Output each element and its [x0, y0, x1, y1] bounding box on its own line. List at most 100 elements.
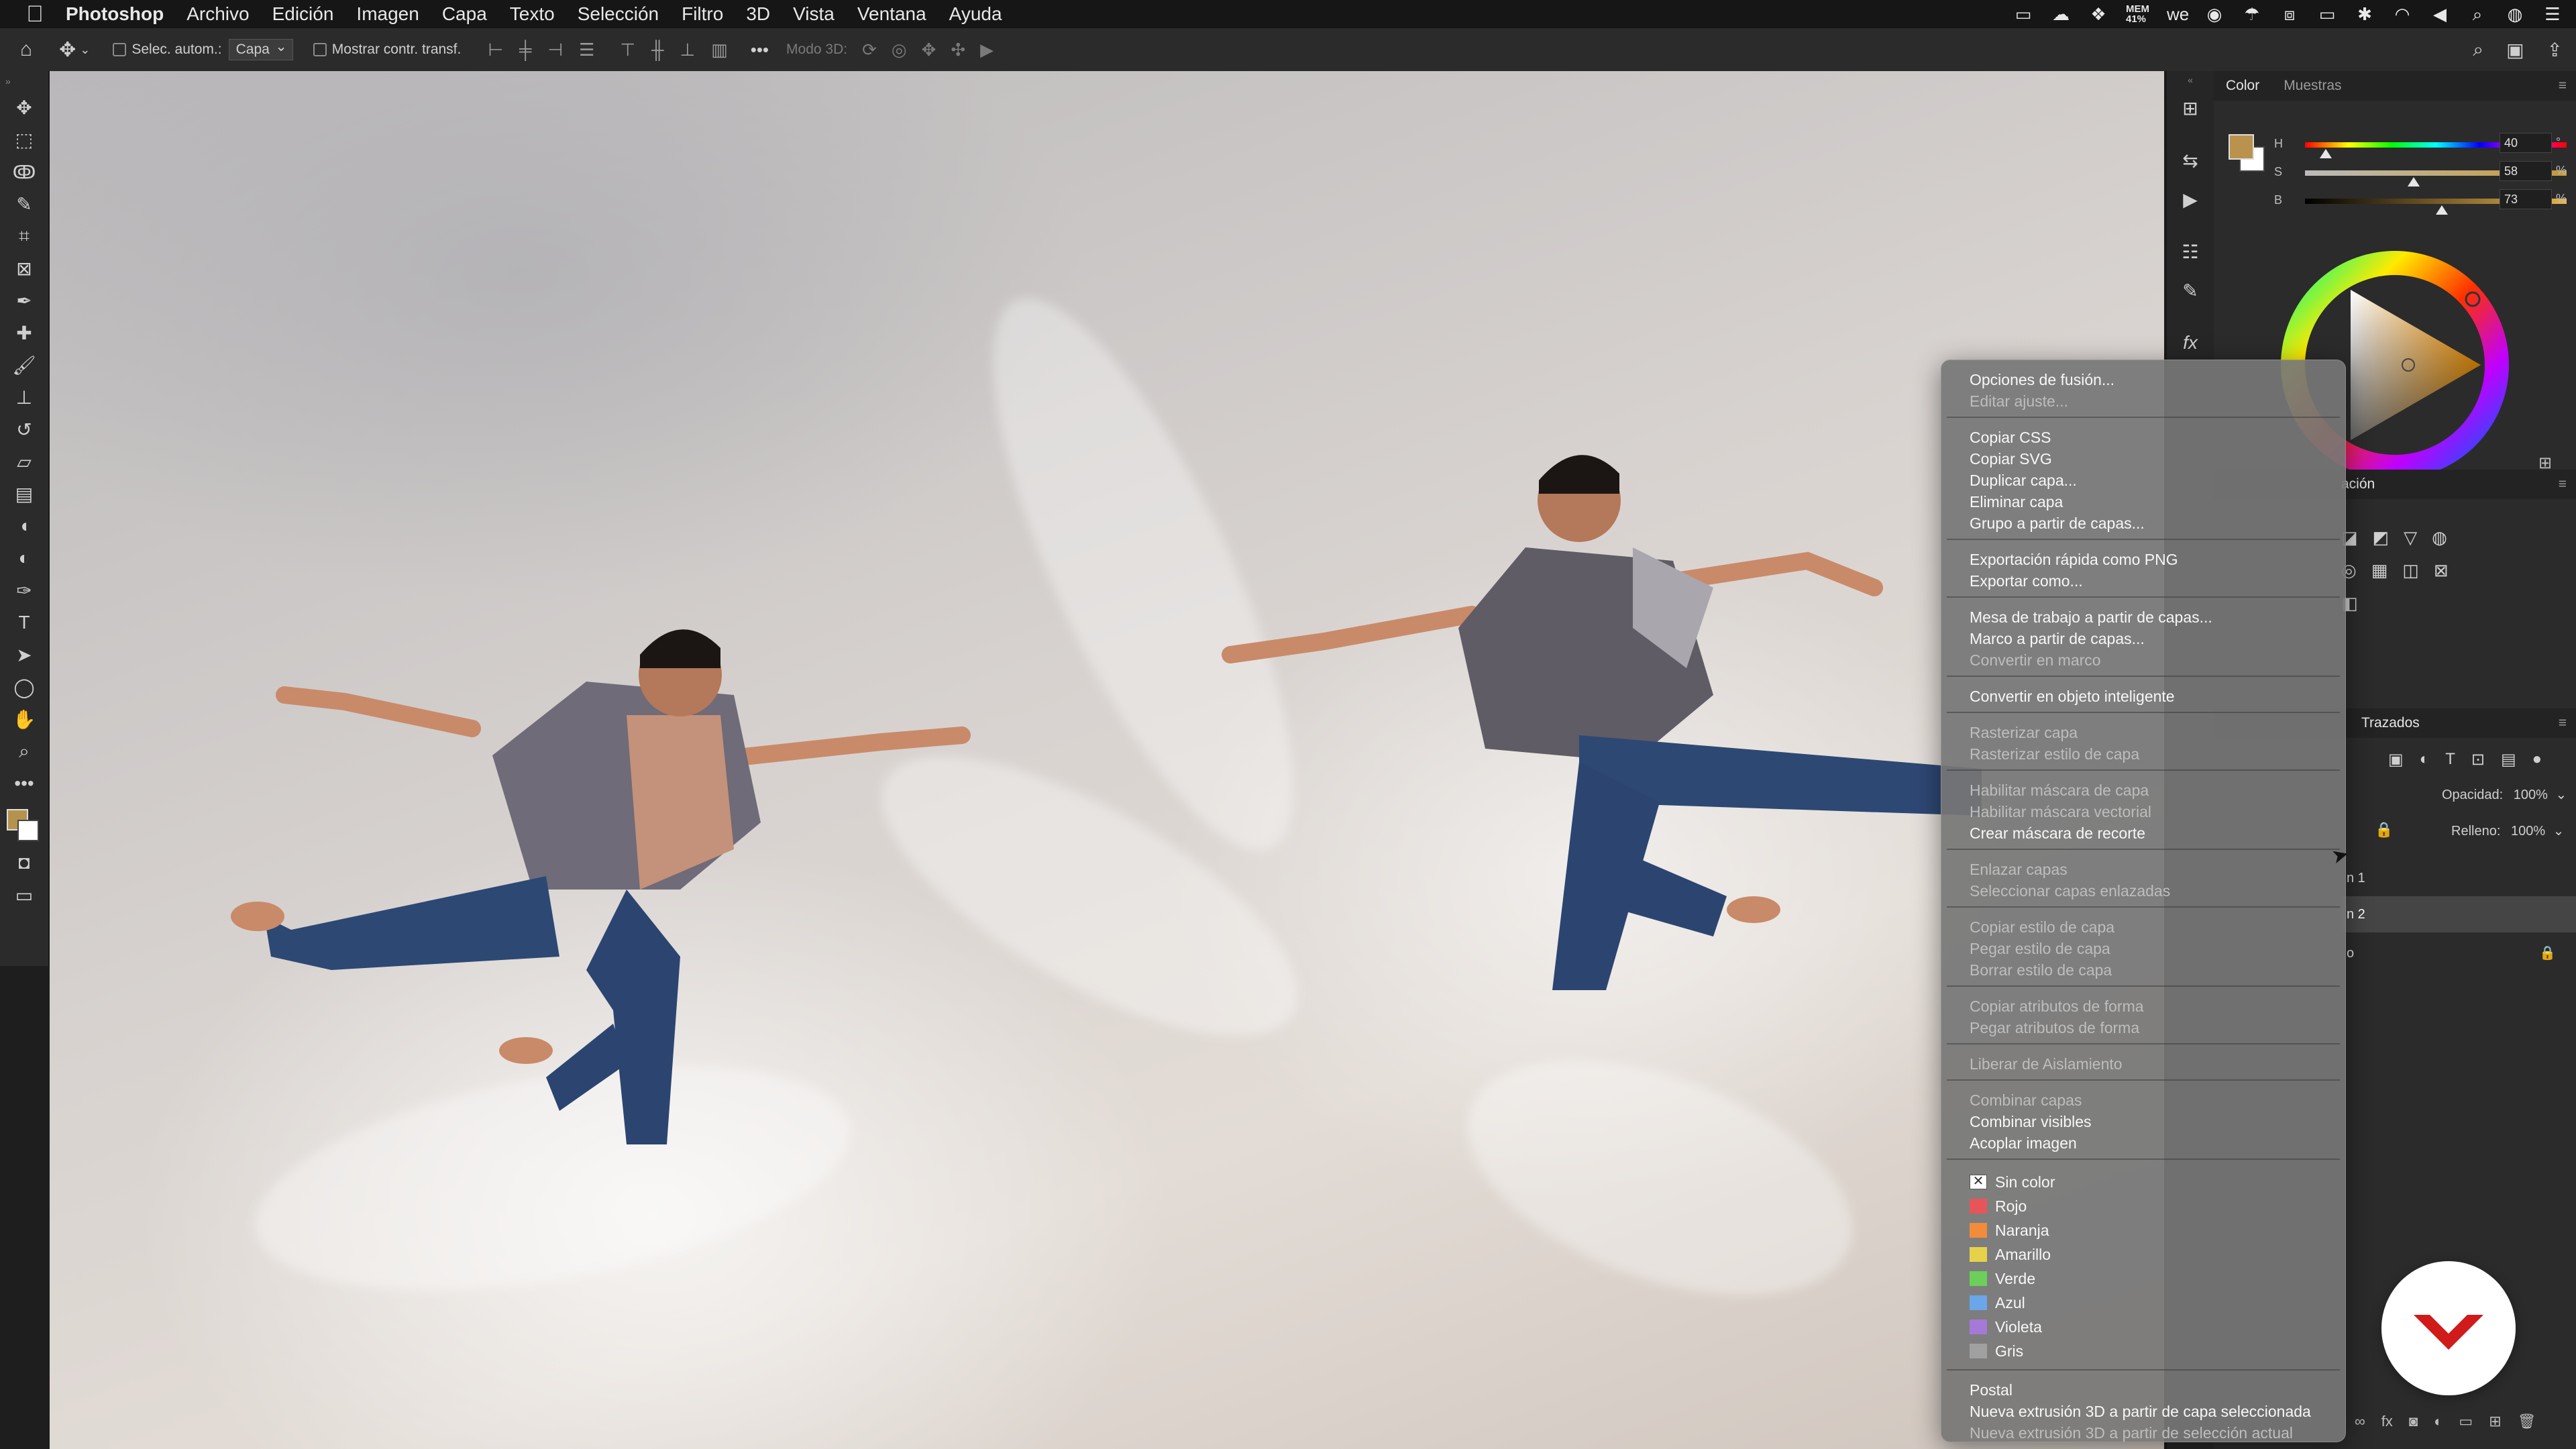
menu-ventana[interactable]: Ventana	[857, 3, 926, 25]
history-brush-tool-icon[interactable]: ↺	[0, 413, 48, 445]
brush-tool-icon[interactable]: 🖌	[0, 349, 48, 381]
context-menu-item[interactable]: Acoplar imagen	[1970, 1133, 2077, 1153]
layer-color-swatch[interactable]	[1970, 1295, 1987, 1310]
align-bottom-icon[interactable]: ⊥	[680, 40, 695, 60]
edit-toolbar-icon[interactable]: •••	[0, 767, 48, 800]
menu-capa[interactable]: Capa	[442, 3, 487, 25]
layer-color-swatch[interactable]	[1970, 1344, 1987, 1358]
context-menu-item[interactable]: Copiar SVG	[1970, 449, 2052, 469]
menu-seleccion[interactable]: Selección	[578, 3, 659, 25]
search-icon[interactable]: ⌕	[2473, 39, 2483, 61]
layer-color-swatch[interactable]	[1970, 1320, 1987, 1334]
layer-color-swatch[interactable]	[1970, 1199, 1987, 1214]
filter-adjust-icon[interactable]: ◐	[2420, 750, 2430, 769]
frame-tool-icon[interactable]: ⊠	[0, 252, 48, 284]
saturation-value-input[interactable]: 58	[2500, 161, 2552, 181]
context-menu-item[interactable]: Exportación rápida como PNG	[1970, 549, 2178, 570]
lock-icon[interactable]: 🔒	[2375, 821, 2393, 839]
properties-panel-icon[interactable]: ☷	[2167, 232, 2214, 271]
panel-foreground-swatch[interactable]	[2229, 134, 2254, 160]
pen-tool-icon[interactable]: ✑	[0, 574, 48, 606]
filter-toggle-icon[interactable]: ●	[2532, 750, 2542, 769]
layer-color-option[interactable]: Verde	[1995, 1269, 2035, 1289]
camera-3d-icon[interactable]: ▶	[980, 40, 994, 60]
new-layer-icon[interactable]: ⊞	[2489, 1413, 2501, 1430]
layer-color-swatch[interactable]	[1970, 1247, 1987, 1262]
eraser-tool-icon[interactable]: ▱	[0, 445, 48, 478]
airplay-icon[interactable]: ▭	[2317, 5, 2337, 23]
type-tool-icon[interactable]: T	[0, 606, 48, 639]
show-transform-checkbox-box[interactable]	[313, 43, 327, 56]
libraries-panel-icon[interactable]: ⇆	[2167, 141, 2214, 180]
show-transform-checkbox[interactable]: Mostrar contr. transf.	[313, 42, 461, 58]
saturation-slider-thumb[interactable]	[2408, 177, 2420, 186]
adjustments-panel-menu-icon[interactable]: ≡	[2559, 476, 2567, 492]
color-lookup-adjust-icon[interactable]: ▦	[2371, 560, 2388, 581]
selective-color-adjust-icon[interactable]: ⊠	[2434, 560, 2449, 581]
threshold-adjust-icon[interactable]: ◫	[2402, 560, 2419, 581]
context-menu-item[interactable]: Grupo a partir de capas...	[1970, 513, 2145, 533]
delete-layer-icon[interactable]: 🗑	[2518, 1413, 2536, 1430]
hue-slider-thumb[interactable]	[2319, 149, 2332, 158]
context-menu-item[interactable]: Marco a partir de capas...	[1970, 629, 2145, 649]
pan-3d-icon[interactable]: ✥	[922, 40, 936, 60]
collapse-toolbar-icon[interactable]: »	[0, 71, 54, 91]
layer-color-option[interactable]: Rojo	[1995, 1196, 2027, 1216]
menu-archivo[interactable]: Archivo	[186, 3, 249, 25]
context-menu-item[interactable]: Crear máscara de recorte	[1970, 823, 2145, 843]
layer-color-option[interactable]: Gris	[1995, 1341, 2023, 1361]
ellipse-tool-icon[interactable]: ◯	[0, 671, 48, 703]
menu-imagen[interactable]: Imagen	[356, 3, 419, 25]
filter-shape-icon[interactable]: ⊡	[2471, 750, 2485, 769]
gradient-map-adjust-icon[interactable]: ▽	[2404, 527, 2417, 548]
menu-3d[interactable]: 3D	[746, 3, 770, 25]
volume-icon[interactable]: ◀	[2430, 5, 2450, 23]
gradient-tool-icon[interactable]: ▤	[0, 478, 48, 510]
auto-select-checkbox[interactable]: Selec. autom.:	[113, 42, 222, 58]
umbrella-icon[interactable]: ☂	[2242, 5, 2262, 23]
display-icon[interactable]: ▭	[2013, 5, 2033, 23]
distribute-h-icon[interactable]: ☰	[579, 40, 594, 60]
more-options-icon[interactable]: •••	[751, 40, 769, 60]
menu-vista[interactable]: Vista	[793, 3, 835, 25]
layer-color-swatch[interactable]: ✕	[1970, 1175, 1987, 1189]
move-tool-preset-icon[interactable]: ✥ ⌄	[59, 38, 90, 62]
context-menu-item[interactable]: Exportar como...	[1970, 571, 2083, 591]
marquee-tool-icon[interactable]: ⬚	[0, 123, 48, 156]
app-badge-icon[interactable]: ◉	[2204, 5, 2224, 23]
distribute-v-icon[interactable]: ▥	[711, 40, 728, 60]
apple-icon[interactable]: 	[16, 1, 54, 28]
styles-panel-icon[interactable]: fx	[2167, 323, 2214, 362]
filter-smart-icon[interactable]: ▤	[2501, 750, 2516, 769]
align-right-icon[interactable]: ⊣	[547, 40, 563, 60]
creative-cloud-icon[interactable]: ☁	[2051, 5, 2071, 23]
layer-color-option[interactable]: Amarillo	[1995, 1244, 2051, 1265]
path-selection-tool-icon[interactable]: ➤	[0, 639, 48, 671]
spotlight-search-icon[interactable]: ⌕	[2467, 5, 2487, 23]
align-left-icon[interactable]: ⊢	[488, 40, 503, 60]
quick-mask-icon[interactable]: ◘	[0, 847, 48, 879]
quick-select-tool-icon[interactable]: ✎	[0, 188, 48, 220]
orbit-3d-icon[interactable]: ⟳	[862, 40, 877, 60]
crop-tool-icon[interactable]: ⌗	[0, 220, 48, 252]
blur-tool-icon[interactable]: ◖	[0, 510, 48, 542]
brush-settings-panel-icon[interactable]: ✎	[2167, 271, 2214, 310]
layer-color-option[interactable]: Naranja	[1995, 1220, 2049, 1240]
lasso-tool-icon[interactable]: ↂ	[0, 156, 48, 188]
move-tool-icon[interactable]: ✥	[0, 91, 48, 123]
brightness-slider-thumb[interactable]	[2436, 205, 2449, 215]
opacity-value[interactable]: 100%	[2514, 788, 2548, 802]
dodge-tool-icon[interactable]: ◐	[0, 542, 48, 574]
actions-panel-icon[interactable]: ▶	[2167, 180, 2214, 219]
hand-tool-icon[interactable]: ✋	[0, 703, 48, 735]
collapse-panels-icon[interactable]: «	[2167, 71, 2214, 89]
menu-texto[interactable]: Texto	[510, 3, 555, 25]
zoom-tool-icon[interactable]: ⌕	[0, 735, 48, 767]
align-middle-v-icon[interactable]: ╫	[651, 40, 663, 60]
tab-color[interactable]: Color	[2214, 78, 2271, 94]
wifi-icon[interactable]: ◠	[2392, 5, 2412, 23]
context-menu-item[interactable]: Copiar CSS	[1970, 427, 2051, 447]
layer-color-option[interactable]: Azul	[1995, 1293, 2025, 1313]
background-color-swatch[interactable]	[17, 820, 39, 841]
healing-brush-tool-icon[interactable]: ✚	[0, 317, 48, 349]
